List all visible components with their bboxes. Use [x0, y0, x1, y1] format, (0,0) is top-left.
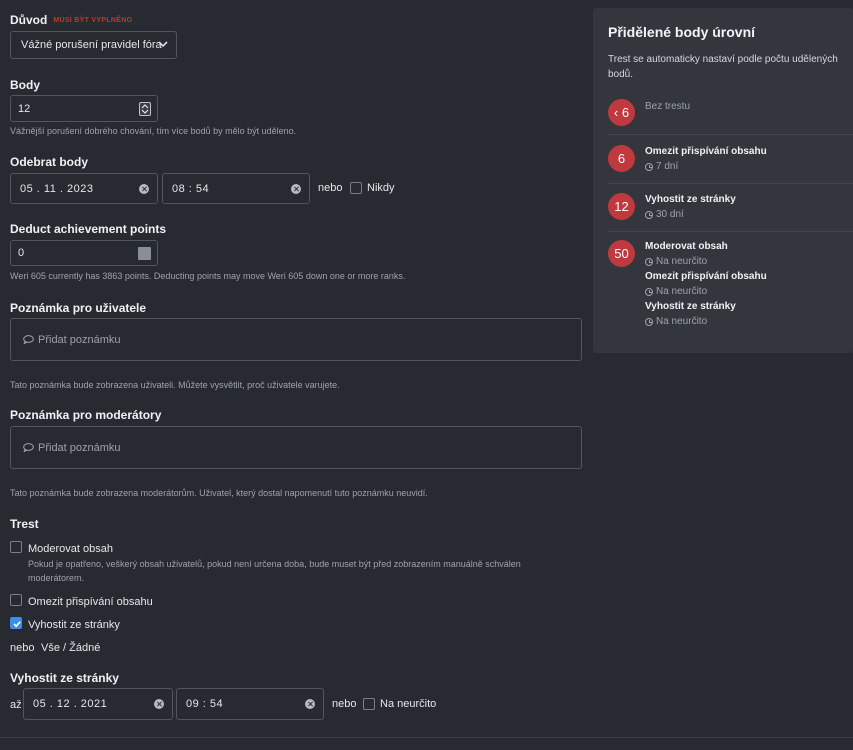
- level-entry-name: Moderovat obsah: [645, 241, 728, 252]
- chevron-down-icon: [158, 41, 168, 48]
- points-hint: Vážnější porušení dobrého chování, tím v…: [10, 126, 297, 136]
- level-entry-name: Omezit přispívání obsahu: [645, 271, 767, 282]
- expire-time-input[interactable]: 08 : 54: [162, 173, 310, 204]
- level-badge: 12: [608, 193, 635, 220]
- ban-until: až: [10, 699, 22, 711]
- clock-icon: [645, 162, 653, 171]
- expire-date-input[interactable]: 05 . 11 . 2023: [10, 173, 158, 204]
- points-label: Body: [10, 78, 40, 92]
- level-badge: ‹ 6: [608, 99, 635, 126]
- level-entry-name: Omezit přispívání obsahu: [645, 146, 767, 157]
- clock-icon: [645, 210, 653, 219]
- expire-label: Odebrat body: [10, 155, 89, 169]
- level-entry-duration: 30 dní: [645, 209, 684, 220]
- clear-icon[interactable]: [139, 183, 149, 194]
- panel-title: Přidělené body úrovní: [608, 24, 756, 40]
- mod-note-label: Poznámka pro moderátory: [10, 408, 162, 422]
- footer-divider: [0, 737, 853, 738]
- achievement-hint: Weri 605 currently has 3863 points. Dedu…: [10, 271, 406, 281]
- restrict-posting-label[interactable]: Omezit přispívání obsahu: [28, 596, 153, 608]
- ban-time-input[interactable]: 09 : 54: [176, 688, 324, 720]
- ban-section-label: Vyhostit ze stránky: [10, 671, 119, 685]
- clear-icon[interactable]: [154, 699, 164, 709]
- moderate-content-checkbox[interactable]: [10, 541, 22, 553]
- never-label[interactable]: Nikdy: [367, 182, 395, 194]
- select-all-none-link[interactable]: Vše / Žádné: [41, 642, 100, 654]
- level-entry-name: Vyhostit ze stránky: [645, 194, 736, 205]
- clear-icon[interactable]: [291, 183, 301, 194]
- level-badge: 50: [608, 240, 635, 267]
- level-entry-duration: Na neurčito: [645, 316, 707, 327]
- level-entry-duration: 7 dní: [645, 161, 678, 172]
- indefinite-checkbox[interactable]: [363, 698, 375, 710]
- restrict-posting-checkbox[interactable]: [10, 594, 22, 606]
- clock-icon: [645, 257, 653, 266]
- punishment-or: nebo: [10, 642, 35, 654]
- moderate-content-desc: Pokud je opatřeno, veškerý obsah uživate…: [28, 559, 521, 569]
- level-item: 6 Omezit přispívání obsahu 7 dní: [608, 145, 853, 179]
- reason-label: Důvod MUSÍ BÝT VYPLNĚNO: [10, 13, 133, 27]
- indefinite-label[interactable]: Na neurčito: [380, 698, 436, 710]
- level-item: 50 Moderovat obsah Na neurčito Omezit př…: [608, 240, 853, 332]
- level-badge: 6: [608, 145, 635, 172]
- stepper-icon[interactable]: [138, 247, 151, 260]
- level-entry-name: Bez trestu: [645, 101, 691, 112]
- user-note-input[interactable]: Přidat poznámku: [10, 318, 582, 361]
- ban-or: nebo: [332, 698, 357, 710]
- divider: [608, 183, 853, 184]
- punishment-label: Trest: [10, 517, 39, 531]
- comment-icon: [23, 335, 34, 344]
- points-input[interactable]: 12: [10, 95, 158, 122]
- moderate-content-label[interactable]: Moderovat obsah: [28, 543, 113, 555]
- divider: [608, 231, 853, 232]
- required-marker: MUSÍ BÝT VYPLNĚNO: [53, 17, 133, 24]
- achievement-label: Deduct achievement points: [10, 222, 167, 236]
- ban-checkbox[interactable]: [10, 617, 22, 629]
- point-levels-panel: Přidělené body úrovní Trest se automatic…: [593, 8, 853, 353]
- panel-description: Trest se automaticky nastaví podle počtu…: [608, 54, 838, 80]
- clear-icon[interactable]: [305, 699, 315, 709]
- mod-note-input[interactable]: Přidat poznámku: [10, 426, 582, 469]
- moderate-content-desc: moderátorem.: [28, 573, 85, 583]
- user-note-label: Poznámka pro uživatele: [10, 301, 147, 315]
- reason-select[interactable]: Vážné porušení pravidel fóra: [10, 31, 177, 59]
- stepper-icon[interactable]: [139, 102, 151, 116]
- never-checkbox[interactable]: [350, 182, 362, 194]
- level-entry-duration: Na neurčito: [645, 256, 707, 267]
- mod-note-hint: Tato poznámka bude zobrazena moderátorům…: [10, 488, 428, 498]
- level-item: 12 Vyhostit ze stránky 30 dní: [608, 193, 853, 227]
- clock-icon: [645, 317, 653, 326]
- ban-label[interactable]: Vyhostit ze stránky: [28, 619, 120, 631]
- level-entry-duration: Na neurčito: [645, 286, 707, 297]
- achievement-input[interactable]: 0: [10, 240, 158, 266]
- check-icon: [13, 621, 21, 628]
- divider: [608, 134, 853, 135]
- level-entry-name: Vyhostit ze stránky: [645, 301, 736, 312]
- comment-icon: [23, 443, 34, 452]
- ban-date-input[interactable]: 05 . 12 . 2021: [23, 688, 173, 720]
- user-note-hint: Tato poznámka bude zobrazena uživateli. …: [10, 380, 340, 390]
- level-item: ‹ 6 Bez trestu: [608, 99, 853, 129]
- expire-or: nebo: [318, 182, 343, 194]
- clock-icon: [645, 287, 653, 296]
